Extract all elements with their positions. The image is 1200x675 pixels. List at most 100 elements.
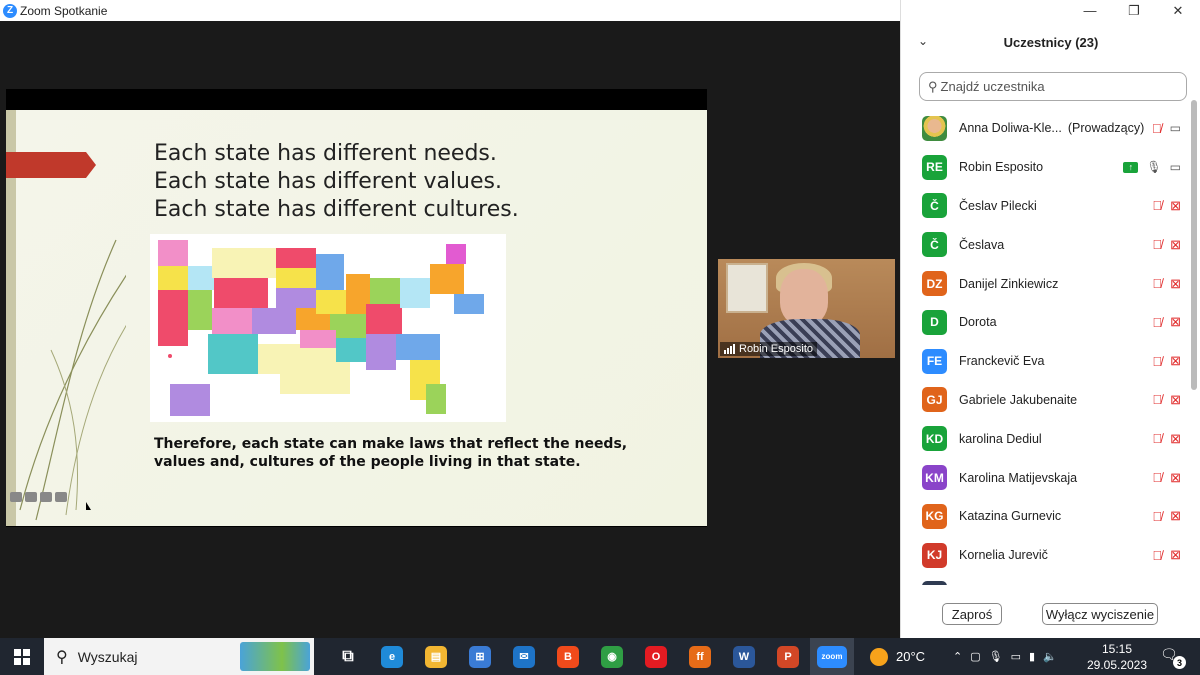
battery-icon[interactable]: ▭: [1011, 650, 1021, 663]
notifications-icon[interactable]: 🗨 3: [1160, 646, 1186, 669]
pen-icon[interactable]: [25, 492, 37, 502]
taskbar-app-powerpoint[interactable]: P: [766, 638, 810, 675]
participant-row[interactable]: KJ Kornelia Jurevič 🎙̸ ⊠: [901, 536, 1191, 575]
edge-icon: e: [381, 645, 403, 668]
network-icon[interactable]: ▮: [1029, 650, 1035, 663]
microphone-icon[interactable]: 🎙: [989, 650, 1003, 663]
start-button[interactable]: [0, 638, 44, 675]
camera-off-icon[interactable]: ⊠: [1170, 198, 1181, 214]
taskbar-app-word[interactable]: W: [722, 638, 766, 675]
mic-muted-icon[interactable]: 🎙̸: [1152, 392, 1162, 407]
window-titlebar: Z Zoom Spotkanie: [0, 0, 900, 21]
next-slide-icon[interactable]: [55, 492, 67, 502]
taskbar-app-zoom[interactable]: zoom: [810, 638, 854, 675]
participant-status-icons: 🎙̸ ⊠: [1152, 342, 1181, 381]
camera-off-icon[interactable]: ⊠: [1170, 353, 1181, 369]
taskbar-app-file-explorer[interactable]: ▤: [414, 638, 458, 675]
participant-row[interactable]: D Dorota 🎙̸ ⊠: [901, 303, 1191, 342]
avatar: DZ: [922, 271, 947, 297]
weather-icon[interactable]: [870, 647, 888, 666]
slides-icon[interactable]: [40, 492, 52, 502]
minimize-icon[interactable]: —: [1068, 0, 1112, 21]
mic-muted-icon[interactable]: 🎙̸: [1152, 121, 1162, 136]
slide-nav-controls[interactable]: [10, 492, 67, 502]
mic-muted-icon[interactable]: 🎙̸: [1152, 276, 1162, 291]
mic-icon[interactable]: 🎙: [1146, 160, 1161, 174]
participant-status-icons: 🎙̸ ⊠: [1152, 303, 1181, 342]
taskbar-app-edge[interactable]: e: [370, 638, 414, 675]
mic-muted-icon[interactable]: 🎙̸: [1152, 198, 1162, 213]
participant-status-icons: 🎙̸⊠: [1152, 575, 1181, 585]
participant-row[interactable]: Č Česlav Pilecki 🎙̸ ⊠: [901, 187, 1191, 226]
weather-temperature[interactable]: 20°C: [896, 649, 925, 664]
system-tray: 20°C ⌃ ▢ 🎙 ▭ ▮ 🔈: [870, 638, 1057, 675]
background-window: [726, 263, 768, 313]
taskbar-search[interactable]: ⚲ Wyszukaj: [44, 638, 314, 675]
zoom-icon: zoom: [817, 645, 847, 668]
camera-icon[interactable]: ▭: [1170, 160, 1181, 174]
search-highlight-image: [240, 642, 310, 671]
mic-muted-icon[interactable]: 🎙̸: [1152, 548, 1162, 563]
windows-taskbar: ⚲ Wyszukaj ⧉ e ▤ ⊞ ✉ B ◉ Off W Pzoom 20°C ⌃ ▢ 🎙 ▭…: [0, 638, 1200, 675]
unmute-all-button[interactable]: Wyłącz wyciszenie: [1042, 603, 1158, 625]
headline-line: Each state has different values.: [154, 169, 502, 194]
task-view-icon: ⧉: [342, 647, 354, 665]
taskbar-clock[interactable]: 15:15 29.05.2023: [1080, 638, 1154, 675]
taskbar-app-task-view[interactable]: ⧉: [326, 638, 370, 675]
participant-row[interactable]: RE Robin Esposito ↑ 🎙 ▭: [901, 148, 1191, 187]
mouse-cursor: [86, 502, 91, 510]
mic-muted-icon[interactable]: 🎙̸: [1152, 431, 1162, 446]
participant-role: (Prowadzący): [1067, 121, 1145, 136]
participant-row[interactable]: GJ Gabriele Jakubenaite 🎙̸ ⊠: [901, 381, 1191, 420]
camera-off-icon[interactable]: ⊠: [1170, 392, 1181, 408]
participant-video-tile[interactable]: Robin Esposito: [718, 259, 895, 358]
participant-row[interactable]: KG Katazina Gurnevic 🎙̸ ⊠: [901, 497, 1191, 536]
camera-off-icon[interactable]: ⊠: [1170, 547, 1181, 563]
mic-muted-icon[interactable]: 🎙̸: [1152, 509, 1162, 524]
participant-list: Anna Doliwa-Kle... (Prowadzący) 🎙̸ ▭ RE Robin…: [901, 109, 1191, 585]
volume-icon[interactable]: 🔈: [1043, 650, 1057, 663]
camera-off-icon[interactable]: ⊠: [1170, 431, 1181, 447]
taskbar-app-store[interactable]: ⊞: [458, 638, 502, 675]
taskbar-app-opera[interactable]: O: [634, 638, 678, 675]
taskbar-apps: ⧉ e ▤ ⊞ ✉ B ◉ Off W Pzoom: [326, 638, 854, 675]
camera-off-icon[interactable]: ⊠: [1170, 508, 1181, 524]
participant-status-icons: 🎙̸ ⊠: [1152, 536, 1181, 575]
camera-icon[interactable]: ▭: [1170, 121, 1181, 135]
mic-muted-icon[interactable]: 🎙̸: [1152, 237, 1162, 252]
restore-icon[interactable]: ❐: [1112, 0, 1156, 21]
participant-row[interactable]: KD karolina Dediul 🎙̸ ⊠: [901, 419, 1191, 458]
close-icon[interactable]: ✕: [1156, 0, 1200, 21]
participant-row[interactable]: KM Karolina Matijevskaja 🎙̸ ⊠: [901, 458, 1191, 497]
mic-muted-icon[interactable]: 🎙̸: [1152, 354, 1162, 369]
participant-row[interactable]: DZ Danijel Zinkiewicz 🎙̸ ⊠: [901, 264, 1191, 303]
avatar: KG: [922, 503, 947, 529]
camera-off-icon[interactable]: ⊠: [1170, 276, 1181, 292]
taskbar-app-chrome[interactable]: ◉: [590, 638, 634, 675]
participant-row[interactable]: Č Česlava 🎙̸ ⊠: [901, 225, 1191, 264]
chevron-up-icon[interactable]: ⌃: [953, 650, 962, 663]
taskbar-app-brave[interactable]: B: [546, 638, 590, 675]
invite-button[interactable]: Zaproś: [942, 603, 1002, 625]
participant-name: Gabriele Jakubenaite: [959, 392, 1078, 407]
mic-muted-icon[interactable]: 🎙̸: [1152, 470, 1162, 485]
mic-muted-icon[interactable]: 🎙̸: [1152, 315, 1162, 330]
taskbar-app-mail[interactable]: ✉: [502, 638, 546, 675]
participant-row[interactable]: FE Franckevič Eva 🎙̸ ⊠: [901, 342, 1191, 381]
meet-now-icon[interactable]: ▢: [970, 650, 980, 663]
taskbar-app-firefox[interactable]: ff: [678, 638, 722, 675]
participant-list-scrollbar[interactable]: [1191, 100, 1197, 390]
prev-slide-icon[interactable]: [10, 492, 22, 502]
camera-off-icon[interactable]: ⊠: [1170, 314, 1181, 330]
avatar: Č: [922, 232, 947, 258]
store-icon: ⊞: [469, 645, 491, 668]
clock-date: 29.05.2023: [1086, 658, 1148, 672]
avatar: RE: [922, 154, 947, 180]
participant-row[interactable]: 🎙̸⊠: [901, 575, 1191, 585]
participant-search-input[interactable]: ⚲ Znajdź uczestnika: [919, 72, 1187, 101]
avatar: GJ: [922, 387, 947, 413]
camera-off-icon[interactable]: ⊠: [1170, 470, 1181, 486]
participant-status-icons: 🎙̸ ⊠: [1152, 458, 1181, 497]
camera-off-icon[interactable]: ⊠: [1170, 237, 1181, 253]
participant-row[interactable]: Anna Doliwa-Kle... (Prowadzący) 🎙̸ ▭: [901, 109, 1191, 148]
